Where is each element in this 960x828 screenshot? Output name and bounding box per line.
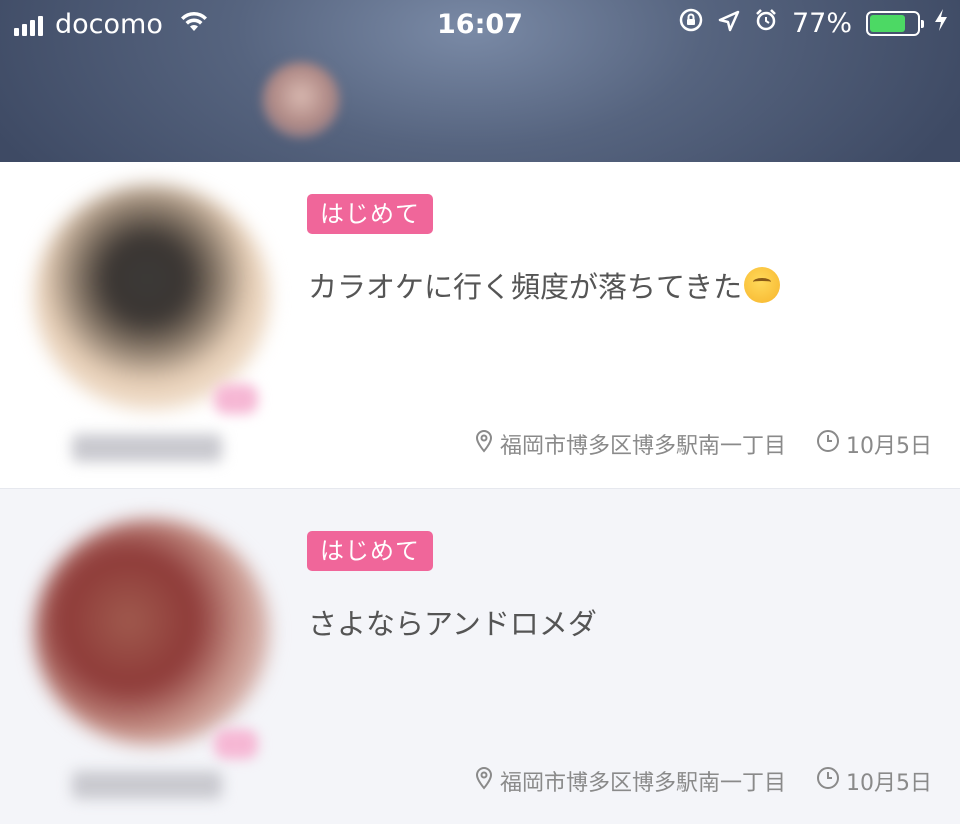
location-pin-icon (474, 429, 494, 459)
orientation-lock-icon (678, 7, 704, 40)
clock-icon (816, 766, 840, 796)
avatar-badge (214, 384, 258, 414)
first-time-tag: はじめて (307, 194, 433, 234)
battery-level (870, 15, 906, 32)
post-list: はじめて カラオケに行く頻度が落ちてきた 福岡市博多区博多駅南一丁目 10月5日 (0, 162, 960, 828)
charging-bolt-icon (934, 8, 948, 39)
post-title-text: カラオケに行く頻度が落ちてきた (308, 270, 743, 304)
battery-icon (866, 11, 924, 36)
post-location: 福岡市博多区博多駅南一丁目 (499, 434, 786, 459)
location-pin-icon (474, 766, 494, 796)
post-card[interactable]: はじめて さよならアンドロメダ 福岡市博多区博多駅南一丁目 10月5日 (0, 488, 960, 824)
post-meta: 福岡市博多区博多駅南一丁目 10月5日 (474, 428, 932, 460)
battery-percent: 77% (791, 8, 852, 39)
user-avatar[interactable] (34, 519, 270, 745)
alarm-icon (754, 8, 778, 39)
user-avatar[interactable] (34, 184, 270, 410)
user-name-blurred (72, 434, 222, 462)
post-location: 福岡市博多区博多駅南一丁目 (499, 771, 786, 796)
thinking-face-icon (744, 267, 781, 303)
post-date: 10月5日 (846, 434, 932, 459)
profile-header: docomo 16:07 77% (0, 0, 960, 162)
first-time-tag: はじめて (307, 531, 433, 571)
header-avatar[interactable] (262, 62, 340, 138)
location-arrow-icon (718, 8, 740, 39)
clock-icon (816, 429, 840, 459)
post-card[interactable]: はじめて カラオケに行く頻度が落ちてきた 福岡市博多区博多駅南一丁目 10月5日 (0, 162, 960, 488)
post-title: カラオケに行く頻度が落ちてきた (308, 264, 781, 306)
post-meta: 福岡市博多区博多駅南一丁目 10月5日 (474, 765, 932, 797)
user-name-blurred (72, 771, 222, 799)
post-title: さよならアンドロメダ (308, 607, 597, 641)
status-bar: docomo 16:07 77% (0, 0, 960, 48)
post-date: 10月5日 (846, 771, 932, 796)
avatar-badge (214, 729, 258, 759)
